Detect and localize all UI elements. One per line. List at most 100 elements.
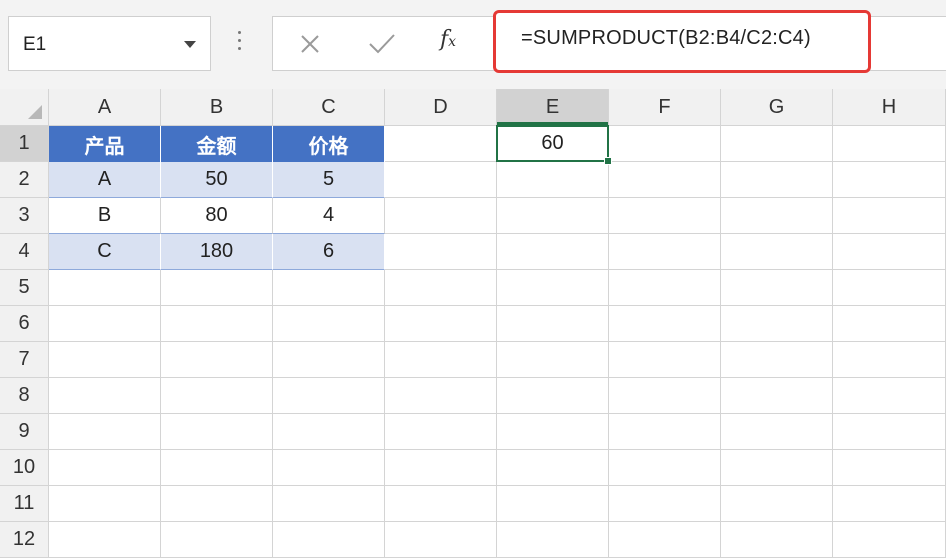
cell-f6[interactable] bbox=[609, 306, 721, 342]
column-header-h[interactable]: H bbox=[833, 89, 946, 126]
cell-h9[interactable] bbox=[833, 414, 946, 450]
column-header-e[interactable]: E bbox=[497, 89, 609, 126]
cell-a4[interactable]: C bbox=[49, 234, 161, 270]
cell-b8[interactable] bbox=[161, 378, 273, 414]
cell-a8[interactable] bbox=[49, 378, 161, 414]
cell-h7[interactable] bbox=[833, 342, 946, 378]
fill-handle[interactable] bbox=[604, 157, 612, 165]
column-header-d[interactable]: D bbox=[385, 89, 497, 126]
cell-a9[interactable] bbox=[49, 414, 161, 450]
cell-h2[interactable] bbox=[833, 162, 946, 198]
cell-f1[interactable] bbox=[609, 126, 721, 162]
cell-g11[interactable] bbox=[721, 486, 833, 522]
cell-g8[interactable] bbox=[721, 378, 833, 414]
cell-e11[interactable] bbox=[497, 486, 609, 522]
cell-d7[interactable] bbox=[385, 342, 497, 378]
cell-f7[interactable] bbox=[609, 342, 721, 378]
cell-d1[interactable] bbox=[385, 126, 497, 162]
cell-e4[interactable] bbox=[497, 234, 609, 270]
cell-c8[interactable] bbox=[273, 378, 385, 414]
name-box[interactable]: E1 bbox=[8, 16, 211, 71]
row-header-7[interactable]: 7 bbox=[0, 342, 49, 378]
row-header-9[interactable]: 9 bbox=[0, 414, 49, 450]
cell-h4[interactable] bbox=[833, 234, 946, 270]
cell-h5[interactable] bbox=[833, 270, 946, 306]
cell-c1[interactable]: 价格 bbox=[273, 126, 385, 162]
cell-g9[interactable] bbox=[721, 414, 833, 450]
cell-a5[interactable] bbox=[49, 270, 161, 306]
row-header-11[interactable]: 11 bbox=[0, 486, 49, 522]
row-header-3[interactable]: 3 bbox=[0, 198, 49, 234]
cell-g4[interactable] bbox=[721, 234, 833, 270]
cell-e6[interactable] bbox=[497, 306, 609, 342]
cell-a1[interactable]: 产品 bbox=[49, 126, 161, 162]
cell-c2[interactable]: 5 bbox=[273, 162, 385, 198]
cell-d5[interactable] bbox=[385, 270, 497, 306]
cell-b10[interactable] bbox=[161, 450, 273, 486]
column-header-c[interactable]: C bbox=[273, 89, 385, 126]
row-header-12[interactable]: 12 bbox=[0, 522, 49, 558]
chevron-down-icon[interactable] bbox=[184, 41, 196, 48]
cell-c6[interactable] bbox=[273, 306, 385, 342]
cell-b6[interactable] bbox=[161, 306, 273, 342]
column-header-b[interactable]: B bbox=[161, 89, 273, 126]
cell-f2[interactable] bbox=[609, 162, 721, 198]
cell-d6[interactable] bbox=[385, 306, 497, 342]
cell-e9[interactable] bbox=[497, 414, 609, 450]
cell-g6[interactable] bbox=[721, 306, 833, 342]
cell-a7[interactable] bbox=[49, 342, 161, 378]
cell-e3[interactable] bbox=[497, 198, 609, 234]
cell-f8[interactable] bbox=[609, 378, 721, 414]
cell-b3[interactable]: 80 bbox=[161, 198, 273, 234]
cell-e10[interactable] bbox=[497, 450, 609, 486]
cell-d9[interactable] bbox=[385, 414, 497, 450]
check-icon[interactable] bbox=[365, 30, 399, 58]
cell-b1[interactable]: 金额 bbox=[161, 126, 273, 162]
cell-f12[interactable] bbox=[609, 522, 721, 558]
cell-f11[interactable] bbox=[609, 486, 721, 522]
cell-a11[interactable] bbox=[49, 486, 161, 522]
cell-h11[interactable] bbox=[833, 486, 946, 522]
cell-a6[interactable] bbox=[49, 306, 161, 342]
cell-c4[interactable]: 6 bbox=[273, 234, 385, 270]
cell-g5[interactable] bbox=[721, 270, 833, 306]
row-header-4[interactable]: 4 bbox=[0, 234, 49, 270]
formula-input[interactable]: =SUMPRODUCT(B2:B4/C2:C4) bbox=[493, 10, 871, 73]
column-header-g[interactable]: G bbox=[721, 89, 833, 126]
cell-a12[interactable] bbox=[49, 522, 161, 558]
select-all-corner[interactable] bbox=[0, 89, 49, 126]
cell-d10[interactable] bbox=[385, 450, 497, 486]
cell-e5[interactable] bbox=[497, 270, 609, 306]
cell-f4[interactable] bbox=[609, 234, 721, 270]
cell-d2[interactable] bbox=[385, 162, 497, 198]
cell-g3[interactable] bbox=[721, 198, 833, 234]
cell-a10[interactable] bbox=[49, 450, 161, 486]
cell-e12[interactable] bbox=[497, 522, 609, 558]
cell-b11[interactable] bbox=[161, 486, 273, 522]
cell-h12[interactable] bbox=[833, 522, 946, 558]
cell-b4[interactable]: 180 bbox=[161, 234, 273, 270]
cell-d3[interactable] bbox=[385, 198, 497, 234]
cell-d12[interactable] bbox=[385, 522, 497, 558]
cell-e8[interactable] bbox=[497, 378, 609, 414]
cell-c11[interactable] bbox=[273, 486, 385, 522]
row-header-6[interactable]: 6 bbox=[0, 306, 49, 342]
cell-a3[interactable]: B bbox=[49, 198, 161, 234]
cell-b5[interactable] bbox=[161, 270, 273, 306]
cell-f10[interactable] bbox=[609, 450, 721, 486]
cell-g10[interactable] bbox=[721, 450, 833, 486]
cell-f5[interactable] bbox=[609, 270, 721, 306]
cell-g7[interactable] bbox=[721, 342, 833, 378]
cell-b9[interactable] bbox=[161, 414, 273, 450]
cell-c5[interactable] bbox=[273, 270, 385, 306]
cell-c3[interactable]: 4 bbox=[273, 198, 385, 234]
cell-b7[interactable] bbox=[161, 342, 273, 378]
row-header-10[interactable]: 10 bbox=[0, 450, 49, 486]
cell-b12[interactable] bbox=[161, 522, 273, 558]
column-header-f[interactable]: F bbox=[609, 89, 721, 126]
cell-h8[interactable] bbox=[833, 378, 946, 414]
cell-f3[interactable] bbox=[609, 198, 721, 234]
close-icon[interactable] bbox=[296, 30, 324, 58]
column-header-a[interactable]: A bbox=[49, 89, 161, 126]
fx-icon[interactable]: fx bbox=[440, 27, 470, 59]
